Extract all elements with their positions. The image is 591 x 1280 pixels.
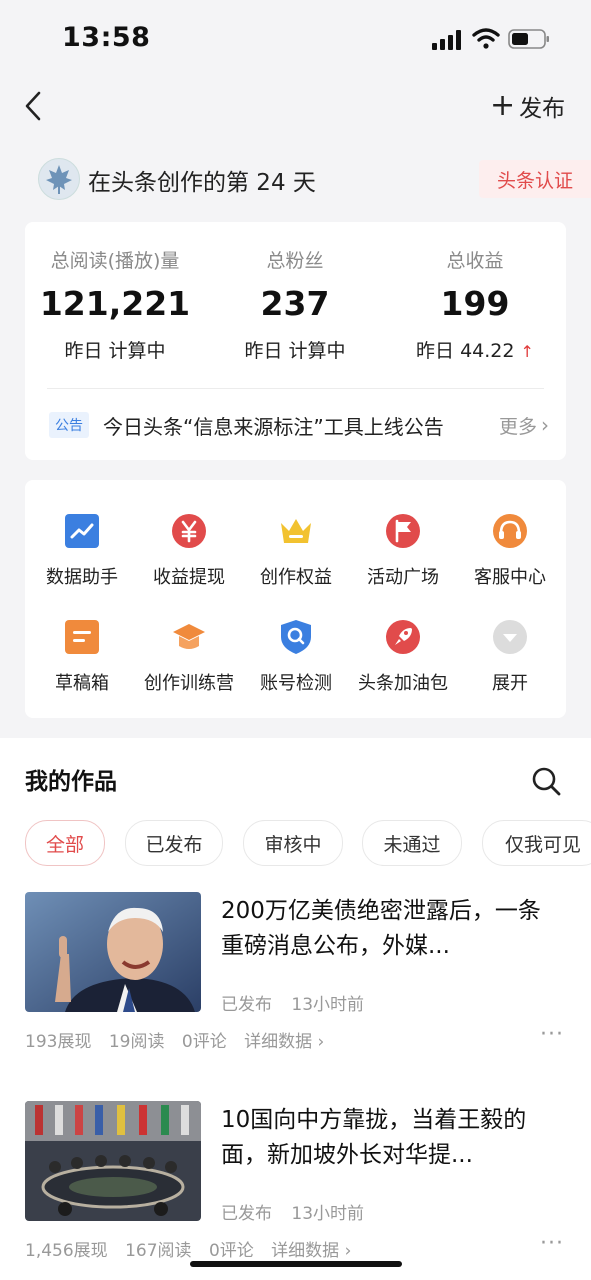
tool-label: 草稿箱 [55, 673, 109, 694]
headset-icon [493, 514, 527, 548]
home-indicator [190, 1261, 402, 1267]
stat-value: 121,221 [39, 284, 191, 323]
tool-label: 活动广场 [367, 567, 439, 588]
toutiao-certification-badge[interactable]: 头条认证 [479, 160, 591, 198]
stat-value: 199 [440, 284, 510, 323]
filter-under-review[interactable]: 审核中 [243, 820, 343, 866]
article-time: 13小时前 [291, 1204, 365, 1224]
article-stats: 1,456展现 167阅读 0评论 详细数据 › [25, 1236, 363, 1261]
trend-up-icon: ↑ [520, 342, 534, 361]
tool-label: 数据助手 [46, 567, 118, 588]
creator-days-text: 在头条创作的第 24 天 [88, 170, 316, 196]
announcement-bar[interactable]: 公告 今日头条“信息来源标注”工具上线公告 更多 › [49, 408, 549, 442]
article-reads: 167阅读 [125, 1241, 192, 1261]
chevron-right-icon: › [541, 413, 549, 437]
rocket-icon [386, 620, 420, 654]
article-meta: 已发布 13小时前 [221, 1199, 378, 1224]
article-comments: 0评论 [181, 1032, 227, 1052]
stat-label: 总收益 [446, 250, 504, 272]
stat-label: 总阅读(播放)量 [50, 250, 180, 272]
draft-icon [65, 620, 99, 654]
tool-label: 展开 [492, 673, 528, 694]
avatar[interactable] [38, 158, 80, 200]
search-icon[interactable] [530, 765, 562, 797]
stat-sub: 昨日 计算中 [64, 340, 166, 362]
stat-label: 总粉丝 [266, 250, 324, 272]
announcement-text[interactable]: 今日头条“信息来源标注”工具上线公告 [103, 411, 491, 440]
cellular-signal-icon [432, 30, 461, 50]
announcement-more-link[interactable]: 更多 [499, 412, 537, 439]
shield-search-icon [281, 620, 311, 654]
plus-icon: + [490, 88, 516, 123]
photo-meeting-image [25, 1101, 201, 1221]
article-title[interactable]: 200万亿美债绝密泄露后，一条重磅消息公布，外媒... [221, 894, 561, 964]
divider [47, 388, 544, 389]
article-comments: 0评论 [208, 1241, 254, 1261]
expand-icon [493, 620, 527, 654]
tool-label: 头条加油包 [358, 673, 448, 694]
flag-icon [386, 514, 420, 548]
stat-value: 237 [260, 284, 330, 323]
article-details-link[interactable]: 详细数据 › [271, 1241, 351, 1261]
status-time: 13:58 [62, 22, 151, 53]
publish-button[interactable]: + 发布 [490, 88, 566, 123]
article-impressions: 193展现 [25, 1032, 92, 1052]
article-thumbnail[interactable] [25, 1101, 201, 1221]
publish-label: 发布 [519, 96, 566, 122]
article-status: 已发布 [221, 1204, 272, 1224]
tool-label: 客服中心 [474, 567, 546, 588]
tool-label: 收益提现 [153, 567, 225, 588]
photo-speaker-image [25, 892, 201, 1012]
stat-sub: 昨日 44.22 [416, 340, 515, 362]
article-impressions: 1,456展现 [25, 1241, 108, 1261]
announcement-tag: 公告 [49, 412, 89, 438]
article-time: 13小时前 [291, 995, 365, 1015]
filter-published[interactable]: 已发布 [125, 820, 223, 866]
section-title: 我的作品 [25, 769, 117, 795]
filter-rejected[interactable]: 未通过 [362, 820, 462, 866]
tool-label: 创作权益 [260, 567, 332, 588]
back-icon[interactable] [22, 90, 44, 122]
tool-label: 账号检测 [260, 673, 332, 694]
filter-all[interactable]: 全部 [25, 820, 105, 866]
crown-icon [281, 519, 311, 543]
chart-icon [65, 514, 99, 548]
stat-sub-row: 昨日 44.22 ↑ [385, 336, 565, 363]
battery-icon [508, 29, 549, 49]
graduation-cap-icon [173, 624, 205, 649]
article-meta: 已发布 13小时前 [221, 990, 378, 1015]
filter-private[interactable]: 仅我可见 [482, 820, 591, 866]
article-title[interactable]: 10国向中方靠拢，当着王毅的面，新加坡外长对华提... [221, 1103, 561, 1173]
more-options-icon[interactable]: ··· [540, 1231, 564, 1256]
tool-label: 创作训练营 [144, 673, 234, 694]
article-reads: 19阅读 [108, 1032, 165, 1052]
more-options-icon[interactable]: ··· [540, 1022, 564, 1047]
tools-grid: 数据助手 收益提现 创作权益 活动广场 客服中心 草稿箱 创作训练营 账号检测 … [25, 480, 566, 718]
maple-leaf-icon [46, 165, 72, 194]
article-stats: 193展现 19阅读 0评论 详细数据 › [25, 1027, 336, 1052]
article-details-link[interactable]: 详细数据 › [244, 1032, 324, 1052]
wifi-icon [472, 28, 500, 49]
article-status: 已发布 [221, 995, 272, 1015]
yuan-icon [172, 514, 206, 548]
stats-card: 总阅读(播放)量 121,221 昨日 计算中 总粉丝 237 昨日 计算中 总… [25, 222, 566, 460]
stat-sub: 昨日 计算中 [244, 340, 346, 362]
article-thumbnail[interactable] [25, 892, 201, 1012]
